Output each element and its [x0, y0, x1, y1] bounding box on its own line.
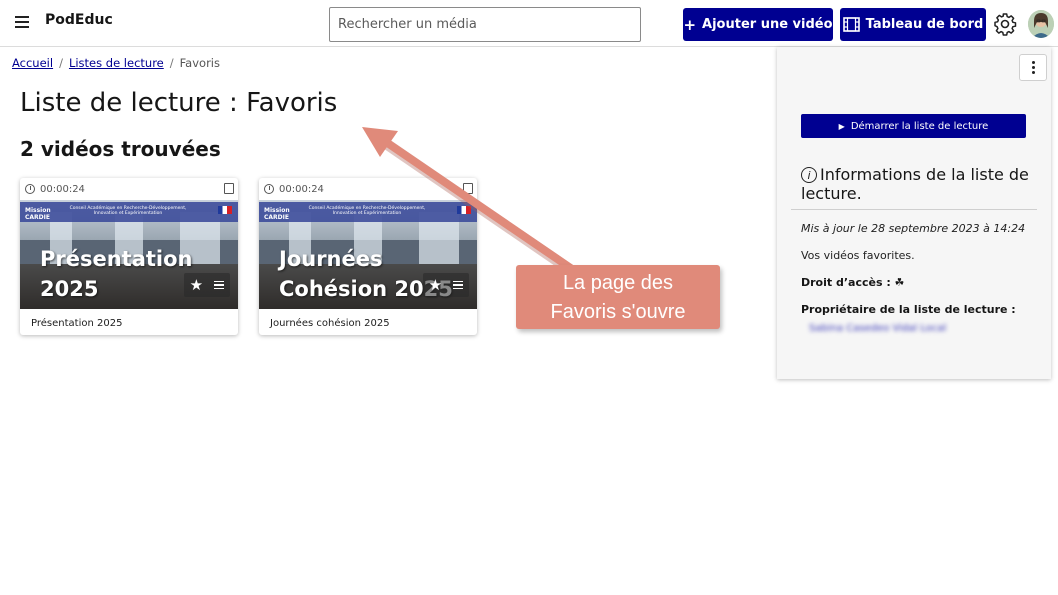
breadcrumb-playlists-link[interactable]: Listes de lecture [69, 56, 164, 70]
gear-icon[interactable] [993, 12, 1017, 36]
dashboard-label: Tableau de bord [865, 17, 984, 32]
breadcrumb-separator: / [59, 56, 63, 70]
plus-icon: + [683, 15, 697, 34]
breadcrumb-separator: / [169, 56, 174, 70]
annotation-arrow [362, 127, 581, 279]
menu-icon[interactable] [15, 16, 29, 28]
video-thumbnail[interactable]: Mission CARDIE Conseil Académique en Rec… [20, 200, 238, 309]
film-icon [842, 17, 860, 32]
video-duration: 00:00:24 [40, 183, 85, 195]
annotation-callout: La page des Favoris s'ouvre [516, 265, 720, 329]
thumbnail-title: Présentation 2025 [40, 247, 193, 301]
avatar-image [1028, 10, 1054, 38]
top-header: PodEduc + Ajouter une vidéo Tableau de b… [0, 0, 1058, 47]
flag-icon [218, 206, 232, 214]
divider [791, 209, 1037, 210]
card-header: 00:00:24 [20, 178, 238, 200]
breadcrumb-current: Favoris [179, 56, 220, 70]
info-heading: i Informations de la liste de lecture. [801, 165, 1029, 203]
thumbnail-mission-text: Mission CARDIE [264, 207, 290, 221]
search-input[interactable] [329, 7, 641, 42]
breadcrumb-home-link[interactable]: Accueil [12, 56, 53, 70]
list-menu-icon[interactable] [214, 279, 225, 292]
add-video-button[interactable]: + Ajouter une vidéo [683, 8, 833, 41]
video-card[interactable]: 00:00:24 Mission CARDIE Conseil Académiq… [20, 178, 238, 335]
video-duration: 00:00:24 [279, 183, 324, 195]
breadcrumb: Accueil / Listes de lecture / Favoris [12, 56, 220, 70]
info-icon: i [801, 167, 817, 183]
thumbnail-subline: Conseil Académique en Recherche-Développ… [69, 206, 187, 216]
add-video-label: Ajouter une vidéo [702, 17, 833, 32]
play-icon: ▶ [838, 121, 845, 131]
dashboard-button[interactable]: Tableau de bord [840, 8, 986, 41]
owner-label: Propriétaire de la liste de lecture : [801, 303, 1016, 316]
access-rights: Droit d’accès : ☘ [801, 276, 905, 289]
site-brand[interactable]: PodEduc [45, 12, 113, 28]
film-icon [224, 183, 234, 194]
clock-icon [25, 184, 35, 194]
start-playlist-button[interactable]: ▶ Démarrer la liste de lecture [801, 114, 1026, 138]
video-caption[interactable]: Journées cohésion 2025 [270, 318, 390, 329]
thumbnail-actions: ★ [184, 273, 230, 297]
updated-date: Mis à jour le 28 septembre 2023 à 14:24 [801, 222, 1026, 235]
playlist-description: Vos vidéos favorites. [801, 249, 915, 262]
video-caption[interactable]: Présentation 2025 [31, 318, 122, 329]
page-title: Liste de lecture : Favoris [20, 88, 338, 118]
star-icon[interactable]: ★ [190, 276, 203, 294]
avatar[interactable] [1028, 10, 1054, 38]
owner-name[interactable]: Sabina Casedeo Vidal Local [809, 323, 946, 334]
start-playlist-label: Démarrer la liste de lecture [850, 120, 989, 132]
clock-icon [264, 184, 274, 194]
video-count: 2 vidéos trouvées [20, 137, 221, 161]
thumbnail-mission-text: Mission CARDIE [25, 207, 51, 221]
playlist-info-panel: ▶ Démarrer la liste de lecture i Informat… [777, 47, 1051, 379]
more-options-button[interactable] [1019, 54, 1047, 81]
